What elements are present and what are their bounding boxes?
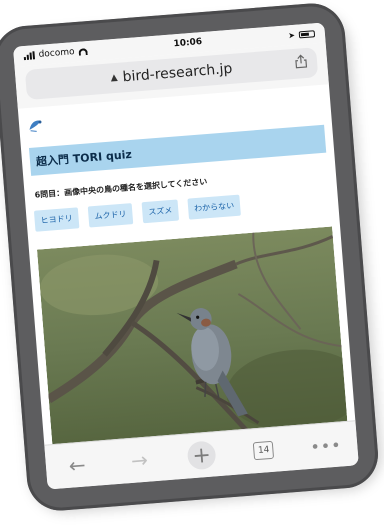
lock-icon: ▲	[110, 72, 119, 84]
back-arrow-icon[interactable]: ←	[60, 448, 94, 482]
answer-button-2[interactable]: ムクドリ	[87, 203, 134, 228]
wifi-icon	[78, 47, 88, 56]
location-icon: ➤	[287, 30, 296, 40]
forward-arrow-icon[interactable]: →	[122, 443, 156, 477]
answer-button-1[interactable]: ヒヨドリ	[33, 207, 80, 232]
page-content: 超入門 TORI quiz 6問目：画像中央の鳥の種名を選択してください ヒヨド…	[18, 84, 356, 450]
clock: 10:06	[173, 37, 203, 50]
signal-icon	[23, 51, 36, 61]
site-logo[interactable]	[27, 117, 46, 134]
page-title: 超入門 TORI quiz	[35, 147, 133, 169]
quiz-title-bar: 超入門 TORI quiz	[28, 124, 327, 176]
more-dots-icon[interactable]: •••	[309, 428, 343, 462]
share-icon[interactable]	[294, 54, 308, 69]
url-text: bird-research.jp	[122, 60, 233, 86]
bird-photo	[36, 226, 348, 450]
carrier-label: docomo	[38, 47, 75, 60]
tab-count: 14	[253, 440, 275, 461]
answer-button-4[interactable]: わからない	[187, 194, 241, 220]
new-tab-button[interactable]: +	[184, 438, 218, 472]
phone-screen: docomo 10:06 ➤ ▲ bird-research.jp 超入門 TO…	[12, 22, 359, 490]
plus-icon: +	[186, 440, 217, 471]
phone-frame: docomo 10:06 ➤ ▲ bird-research.jp 超入門 TO…	[0, 0, 381, 514]
answer-button-3[interactable]: スズメ	[141, 199, 180, 224]
battery-icon	[298, 29, 316, 38]
tabs-button[interactable]: 14	[247, 433, 281, 467]
